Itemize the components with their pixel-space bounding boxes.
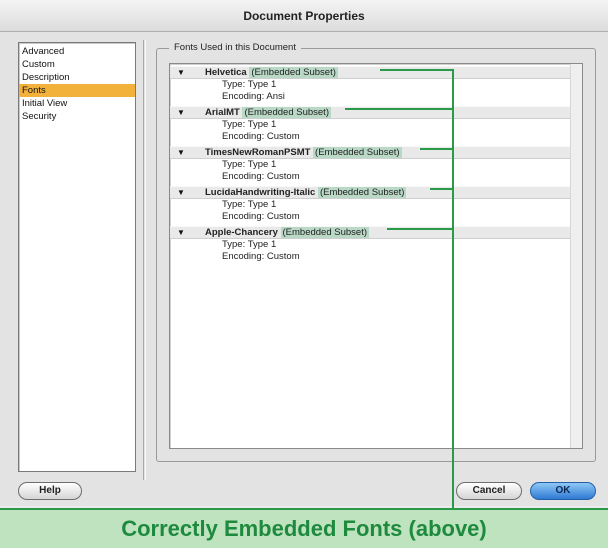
font-name: TimesNewRomanPSMT: [205, 147, 311, 158]
font-encoding: Encoding: Custom: [222, 131, 300, 142]
font-encoding: Encoding: Custom: [222, 211, 300, 222]
callout-line: [387, 228, 454, 230]
font-encoding: Encoding: Custom: [222, 251, 300, 262]
font-type: Type: Type 1: [222, 159, 277, 170]
fonts-list[interactable]: ▼ Helvetica (Embedded Subset) Type: Type…: [169, 63, 583, 449]
font-type: Type: Type 1: [222, 199, 277, 210]
font-encoding: Encoding: Ansi: [222, 91, 285, 102]
font-entry: ▼ LucidaHandwriting-Italic (Embedded Sub…: [170, 186, 570, 223]
callout-line: [345, 108, 454, 110]
sidebar-item-description[interactable]: Description: [19, 71, 135, 84]
font-row[interactable]: ▼ LucidaHandwriting-Italic (Embedded Sub…: [170, 186, 570, 199]
callout-line: [380, 69, 454, 71]
fonts-group: Fonts Used in this Document ▼ Helvetica …: [156, 42, 596, 462]
font-name: Apple-Chancery: [205, 227, 278, 238]
vertical-scrollbar[interactable]: [570, 64, 582, 448]
embedded-subset-tag: (Embedded Subset): [313, 147, 402, 158]
window-title: Document Properties: [0, 0, 608, 32]
font-entry: ▼ ArialMT (Embedded Subset) Type: Type 1…: [170, 106, 570, 143]
font-name-label: TimesNewRomanPSMT (Embedded Subset): [205, 147, 402, 159]
font-type: Type: Type 1: [222, 79, 277, 90]
sidebar-item-initial-view[interactable]: Initial View: [19, 97, 135, 110]
font-type: Type: Type 1: [222, 239, 277, 250]
disclosure-triangle-icon[interactable]: ▼: [177, 108, 185, 117]
annotation-banner: Correctly Embedded Fonts (above): [0, 508, 608, 548]
font-name-label: LucidaHandwriting-Italic (Embedded Subse…: [205, 187, 407, 199]
sidebar-item-security[interactable]: Security: [19, 110, 135, 123]
fonts-group-title: Fonts Used in this Document: [169, 42, 301, 53]
help-button[interactable]: Help: [18, 482, 82, 500]
font-name: ArialMT: [205, 107, 240, 118]
font-name-label: ArialMT (Embedded Subset): [205, 107, 331, 119]
sidebar-item-custom[interactable]: Custom: [19, 58, 135, 71]
font-name-label: Helvetica (Embedded Subset): [205, 67, 338, 79]
font-row[interactable]: ▼ TimesNewRomanPSMT (Embedded Subset): [170, 146, 570, 159]
disclosure-triangle-icon[interactable]: ▼: [177, 148, 185, 157]
ok-button[interactable]: OK: [530, 482, 596, 500]
sidebar-item-advanced[interactable]: Advanced: [19, 45, 135, 58]
dialog-body: Advanced Custom Description Fonts Initia…: [0, 32, 608, 506]
callout-line: [430, 188, 454, 190]
font-type: Type: Type 1: [222, 119, 277, 130]
font-name: Helvetica: [205, 67, 247, 78]
disclosure-triangle-icon[interactable]: ▼: [177, 228, 185, 237]
embedded-subset-tag: (Embedded Subset): [280, 227, 369, 238]
callout-line: [420, 148, 454, 150]
disclosure-triangle-icon[interactable]: ▼: [177, 68, 185, 77]
category-list[interactable]: Advanced Custom Description Fonts Initia…: [18, 42, 136, 472]
font-entry: ▼ Helvetica (Embedded Subset) Type: Type…: [170, 66, 570, 103]
font-row[interactable]: ▼ Helvetica (Embedded Subset): [170, 66, 570, 79]
font-row[interactable]: ▼ Apple-Chancery (Embedded Subset): [170, 226, 570, 239]
callout-connector: [452, 69, 454, 514]
embedded-subset-tag: (Embedded Subset): [317, 187, 407, 198]
disclosure-triangle-icon[interactable]: ▼: [177, 188, 185, 197]
embedded-subset-tag: (Embedded Subset): [249, 67, 338, 78]
font-name: LucidaHandwriting-Italic: [205, 187, 316, 198]
sidebar-item-fonts[interactable]: Fonts: [19, 84, 135, 97]
embedded-subset-tag: (Embedded Subset): [242, 107, 331, 118]
font-name-label: Apple-Chancery (Embedded Subset): [205, 227, 369, 239]
cancel-button[interactable]: Cancel: [456, 482, 522, 500]
font-entry: ▼ TimesNewRomanPSMT (Embedded Subset) Ty…: [170, 146, 570, 183]
font-encoding: Encoding: Custom: [222, 171, 300, 182]
font-entry: ▼ Apple-Chancery (Embedded Subset) Type:…: [170, 226, 570, 263]
pane-divider[interactable]: [143, 40, 146, 480]
